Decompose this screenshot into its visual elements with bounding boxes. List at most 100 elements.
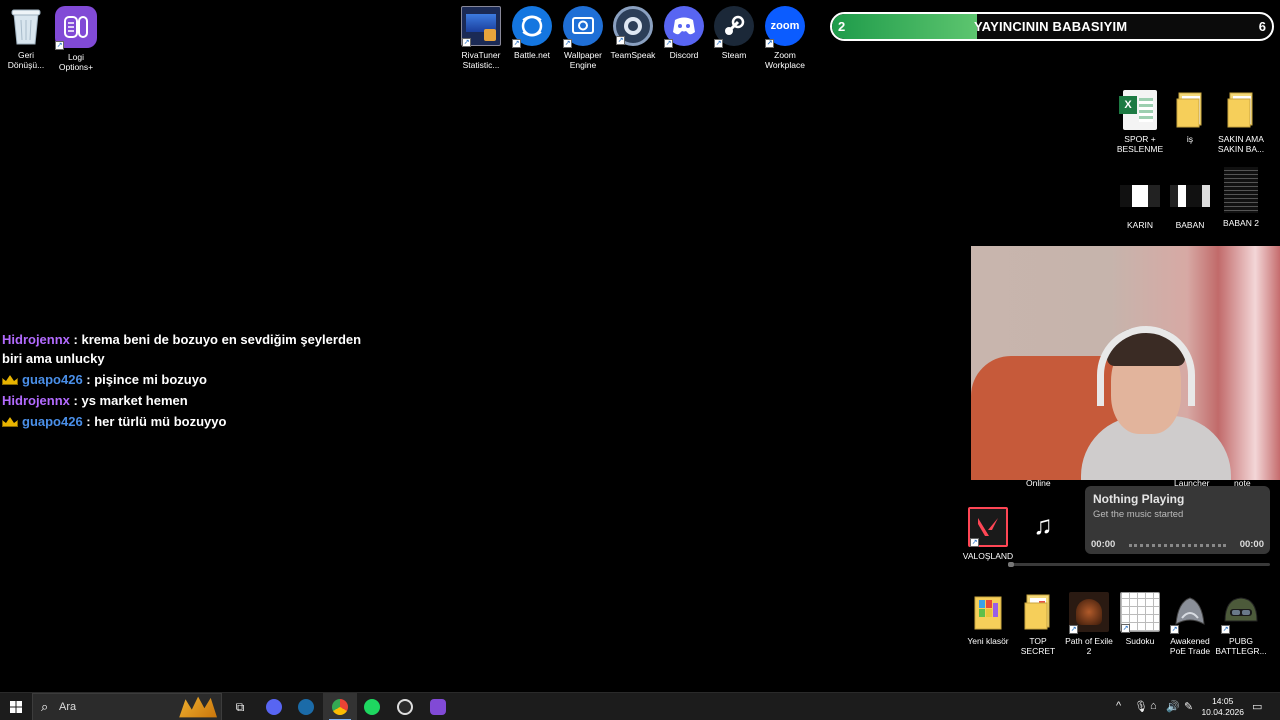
desktop-icon-pubg[interactable]: ↗ PUBG BATTLEGR... [1215,592,1267,656]
search-placeholder: Ara [59,701,77,713]
desktop-icon-label: Geri Dönüşü... [7,50,45,70]
desktop-icon-karin[interactable]: KARIN [1114,176,1166,230]
desktop-icon-awakened-poe[interactable]: ↗ Awakened PoE Trade [1164,592,1216,656]
desktop-icon-wallpaper-engine[interactable]: ↗ Wallpaper Engine [557,6,609,70]
tray-chevron-icon[interactable]: ^ [1116,700,1121,712]
desktop-icon-top-secret[interactable]: TOP SECRET [1012,592,1064,656]
shortcut-arrow-icon: ↗ [664,39,673,48]
desktop-icon-label: SPOR + BESLENME [1116,134,1164,154]
desktop-icon-is-folder[interactable]: iş [1164,90,1216,144]
network-icon[interactable]: ⌂ [1150,700,1157,712]
desktop-icon-zoom[interactable]: zoom ↗ Zoom Workplace [759,6,811,70]
goal-start-value: 2 [838,19,846,34]
task-view-button[interactable]: ⧉ [226,693,254,720]
desktop-icon-label: BABAN 2 [1223,218,1259,228]
desktop-icon-label: Sudoku [1125,636,1155,646]
wallpaper-engine-icon: ↗ [563,6,603,48]
desktop-icon-spor-beslenme[interactable]: X SPOR + BESLENME [1114,90,1166,154]
desktop-icon-label: TOP SECRET [1020,636,1056,656]
chat-username: Hidrojennx [2,332,70,347]
steam-icon [298,699,314,715]
awakened-poe-icon: ↗ [1170,592,1210,634]
taskbar-logi-options[interactable] [422,693,454,720]
desktop-icon-discord[interactable]: ↗ Discord [658,6,710,60]
volume-icon[interactable]: 🔊 [1166,700,1180,713]
shortcut-arrow-icon: ↗ [512,39,521,48]
chat-text: : pişince mi bozuyo [82,372,207,387]
shortcut-arrow-icon: ↗ [462,38,471,47]
media-title: Nothing Playing [1093,492,1185,506]
chrome-icon [332,699,348,715]
teamspeak-icon: ↗ [613,6,653,46]
taskbar-clock[interactable]: 14:05 10.04.2026 [1201,696,1244,718]
desktop-icon-label: SAKIN AMA SAKIN BA... [1217,134,1265,154]
folder-icon [1170,90,1210,130]
task-view-icon: ⧉ [235,699,245,714]
media-subtitle: Get the music started [1093,509,1184,520]
taskbar-search[interactable]: ⌕ Ara [32,693,222,720]
desktop-icon-yeni-klasor[interactable]: Yeni klasör [962,592,1014,646]
taskbar-discord[interactable] [258,693,290,720]
goal-progress-fill [832,14,978,39]
goal-title: YAYINCININ BABASIYIM [974,19,1128,34]
chat-text: : ys market hemen [69,393,188,408]
taskbar-obs[interactable] [389,693,421,720]
image-file-icon [1170,176,1210,216]
desktop-icon-label: PUBG BATTLEGR... [1215,636,1267,656]
taskbar: ⌕ Ara ⧉ ^ 🎙 ⌂ 🔊 ✎ 14:05 10.04.2026 ▭ [0,692,1280,720]
desktop-icon-valorant[interactable]: ↗ VALOŞLAND [962,507,1014,561]
desktop-icon-battlenet[interactable]: ↗ Battle.net [506,6,558,60]
chat-username: guapo426 [22,372,83,387]
logi-options-icon [430,699,446,715]
notification-icon[interactable]: ▭ [1252,700,1262,713]
valorant-icon: ↗ [968,507,1008,547]
discord-icon [266,699,282,715]
taskbar-chrome[interactable] [323,693,357,720]
desktop-icon-label: Battle.net [514,50,550,60]
clock-date: 10.04.2026 [1201,707,1244,717]
chat-message: Hidrojennx : ys market hemen [2,391,382,410]
zoom-icon: zoom ↗ [765,6,805,48]
desktop-icon-label: TeamSpeak [610,50,656,60]
shortcut-arrow-icon: ↗ [714,39,723,48]
shortcut-arrow-icon: ↗ [616,36,625,45]
media-time-start: 00:00 [1091,539,1116,550]
spotify-icon [364,699,380,715]
media-seek-bar[interactable] [1129,544,1226,547]
desktop-icon-sudoku[interactable]: ↗ Sudoku [1114,592,1166,646]
desktop-icon-rivatuner[interactable]: ↗ RivaTuner Statistic... [455,6,507,70]
chat-overlay: Hidrojennx : krema beni de bozuyo en sev… [2,330,382,433]
desktop-icon-label: Steam [721,50,747,60]
image-file-icon [1120,176,1160,216]
desktop-icon-baban[interactable]: BABAN [1164,176,1216,230]
pubg-helmet-icon: ↗ [1221,592,1261,634]
chat-message: guapo426 : pişince mi bozuyo [2,370,382,389]
desktop-icon-path-of-exile[interactable]: ↗ Path of Exile 2 [1063,592,1115,656]
folder-icon [1221,90,1261,130]
folder-icon [1018,592,1058,632]
taskbar-spotify[interactable] [356,693,388,720]
start-button[interactable] [0,693,32,720]
desktop-icon-baban-2[interactable]: BABAN 2 [1215,166,1267,228]
folder-icon [968,592,1008,632]
desktop-icon-label: VALOŞLAND [962,551,1014,561]
microphone-icon[interactable]: 🎙 [1134,700,1148,713]
obs-icon [397,699,413,715]
desktop-icon-label: iş [1186,134,1194,144]
chat-message: guapo426 : her türlü mü bozuyyo [2,412,382,431]
search-highlight-art [179,696,217,718]
desktop-icon-teamspeak[interactable]: ↗ TeamSpeak [607,6,659,60]
desktop-icon-label: KARIN [1127,220,1153,230]
rivatuner-icon: ↗ [461,6,501,47]
chat-message: Hidrojennx : krema beni de bozuyo en sev… [2,330,382,368]
logi-options-icon: ↗ [55,6,97,50]
desktop-icon-steam[interactable]: ↗ Steam [708,6,760,60]
taskbar-steam[interactable] [290,693,322,720]
pen-icon[interactable]: ✎ [1184,700,1193,713]
music-note-icon[interactable]: ♫ [1019,501,1067,549]
desktop-icon-recycle-bin[interactable]: Geri Dönüşü... [0,6,52,70]
desktop-icon-logi-options[interactable]: ↗ Logi Options+ [50,6,102,72]
zoom-logo-text: zoom [770,20,800,32]
desktop-icon-sakin-ama[interactable]: SAKIN AMA SAKIN BA... [1215,90,1267,154]
desktop-icon-label: Zoom Workplace [765,50,805,70]
